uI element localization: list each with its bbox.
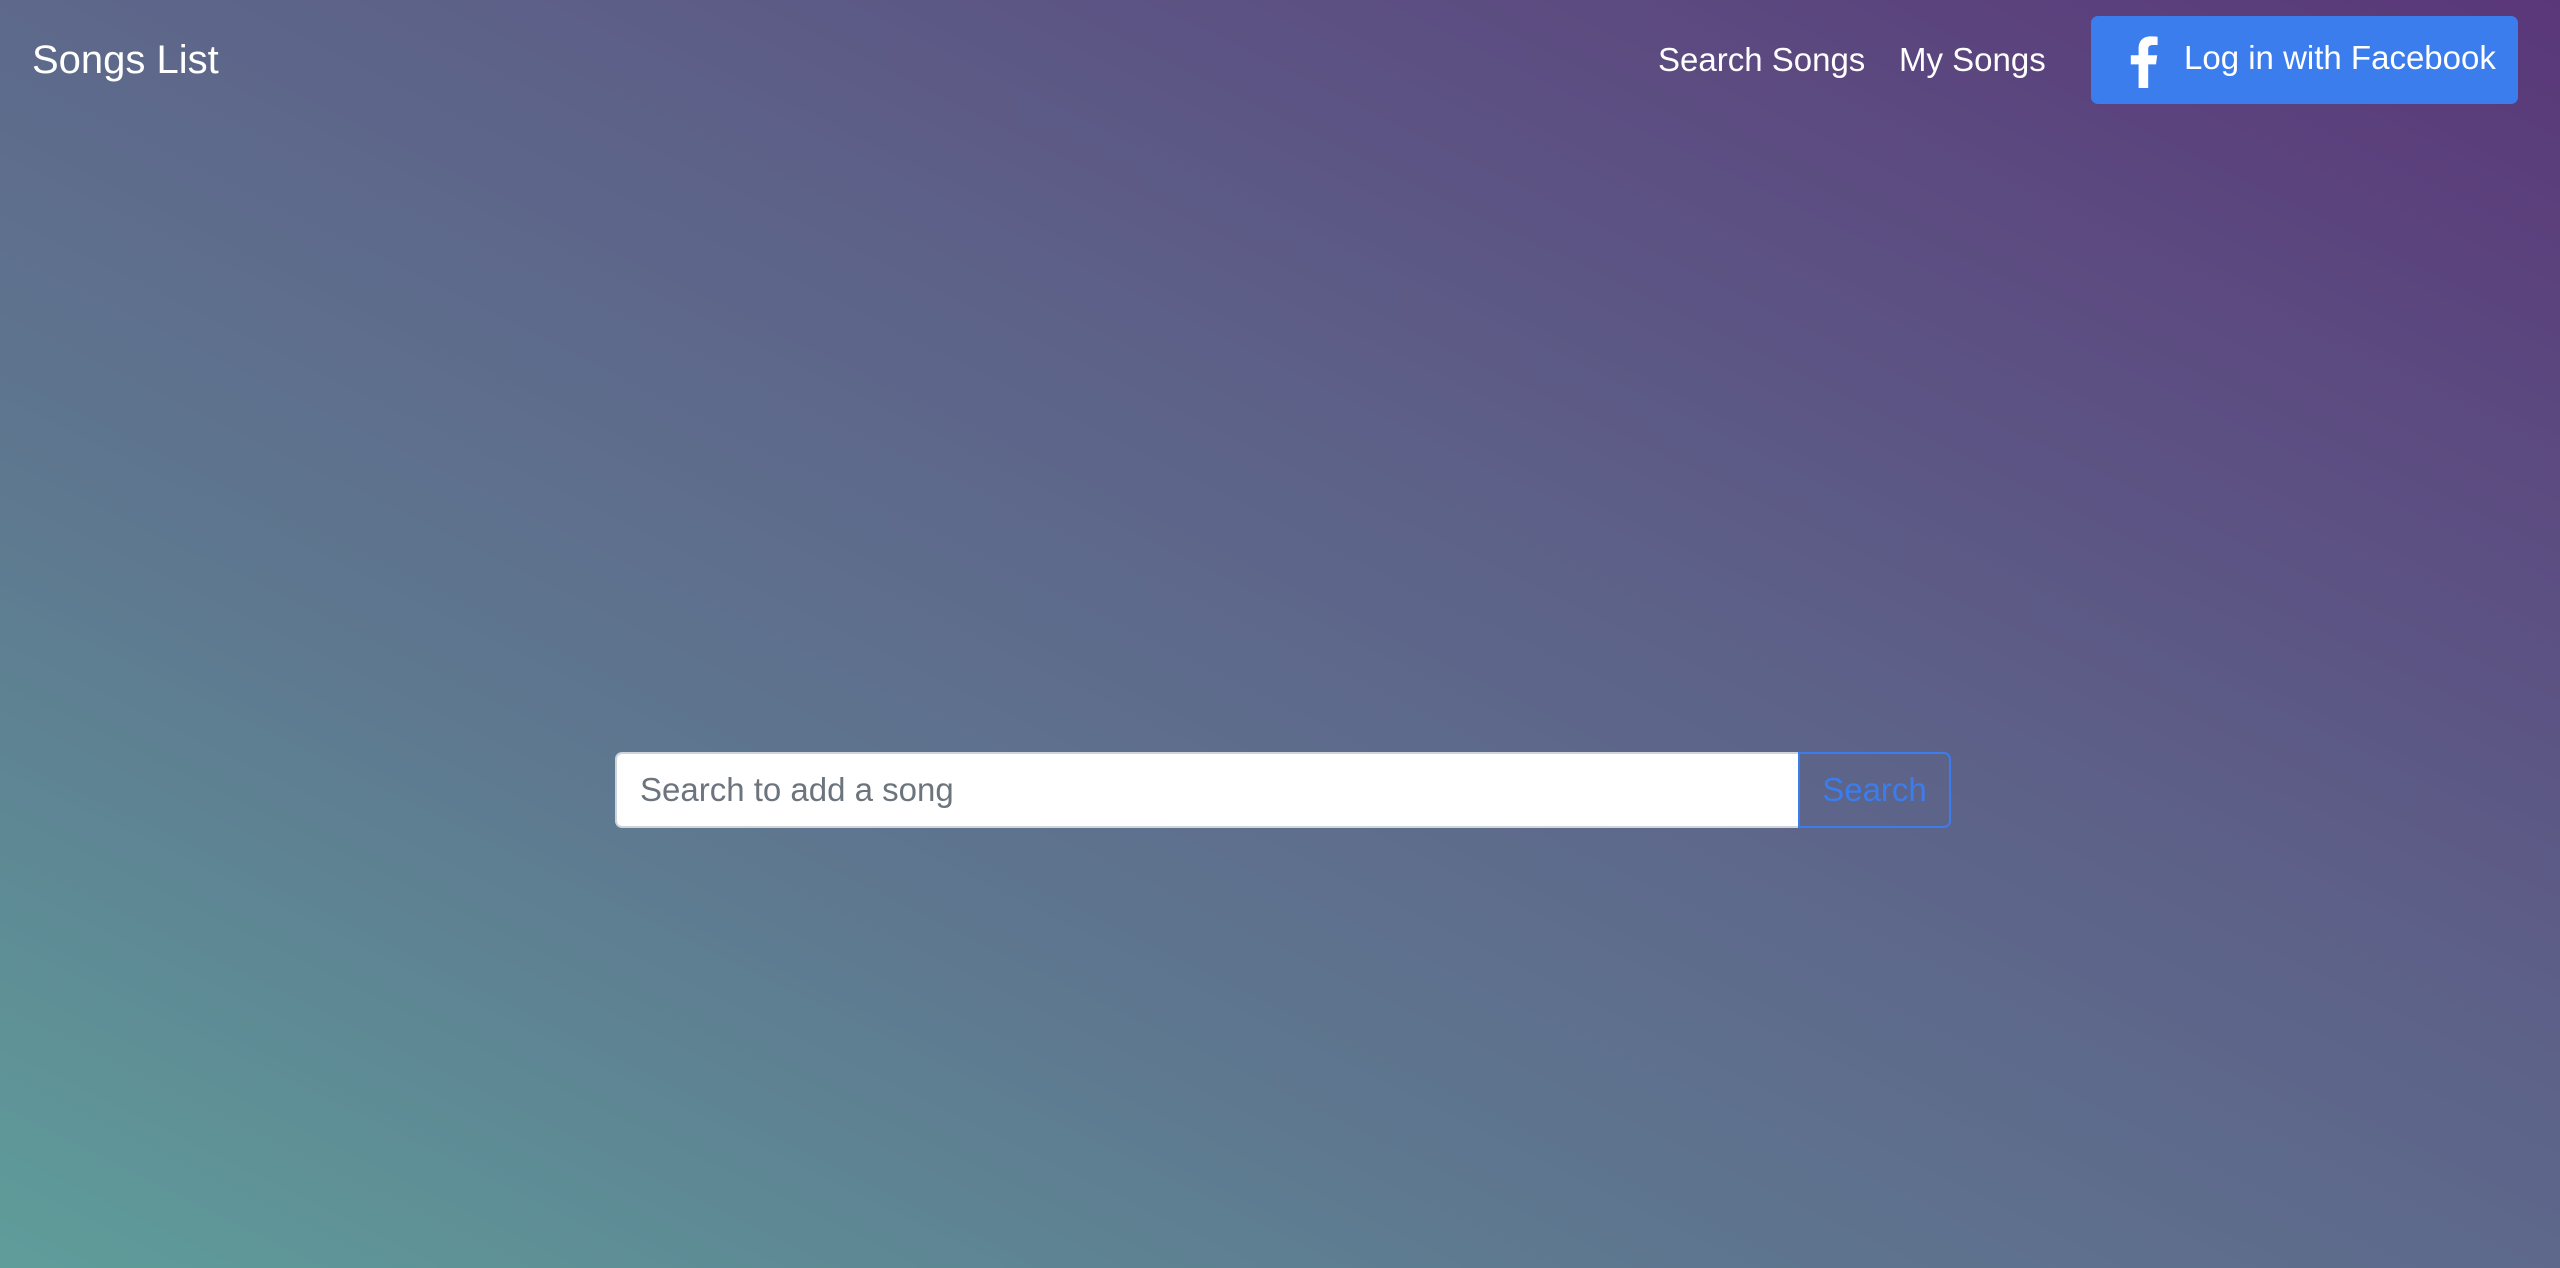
song-search-form: Search [615,752,1951,828]
navbar: Songs List Search Songs My Songs Log in … [0,0,2560,120]
search-button[interactable]: Search [1798,752,1951,828]
brand-link[interactable]: Songs List [32,36,219,84]
nav-link-my-songs[interactable]: My Songs [1899,38,2046,82]
search-input[interactable] [615,752,1798,828]
facebook-login-label: Log in with Facebook [2184,39,2496,76]
facebook-icon [2130,36,2158,88]
facebook-login-button[interactable]: Log in with Facebook [2091,16,2518,104]
nav-link-search-songs[interactable]: Search Songs [1658,38,1865,82]
